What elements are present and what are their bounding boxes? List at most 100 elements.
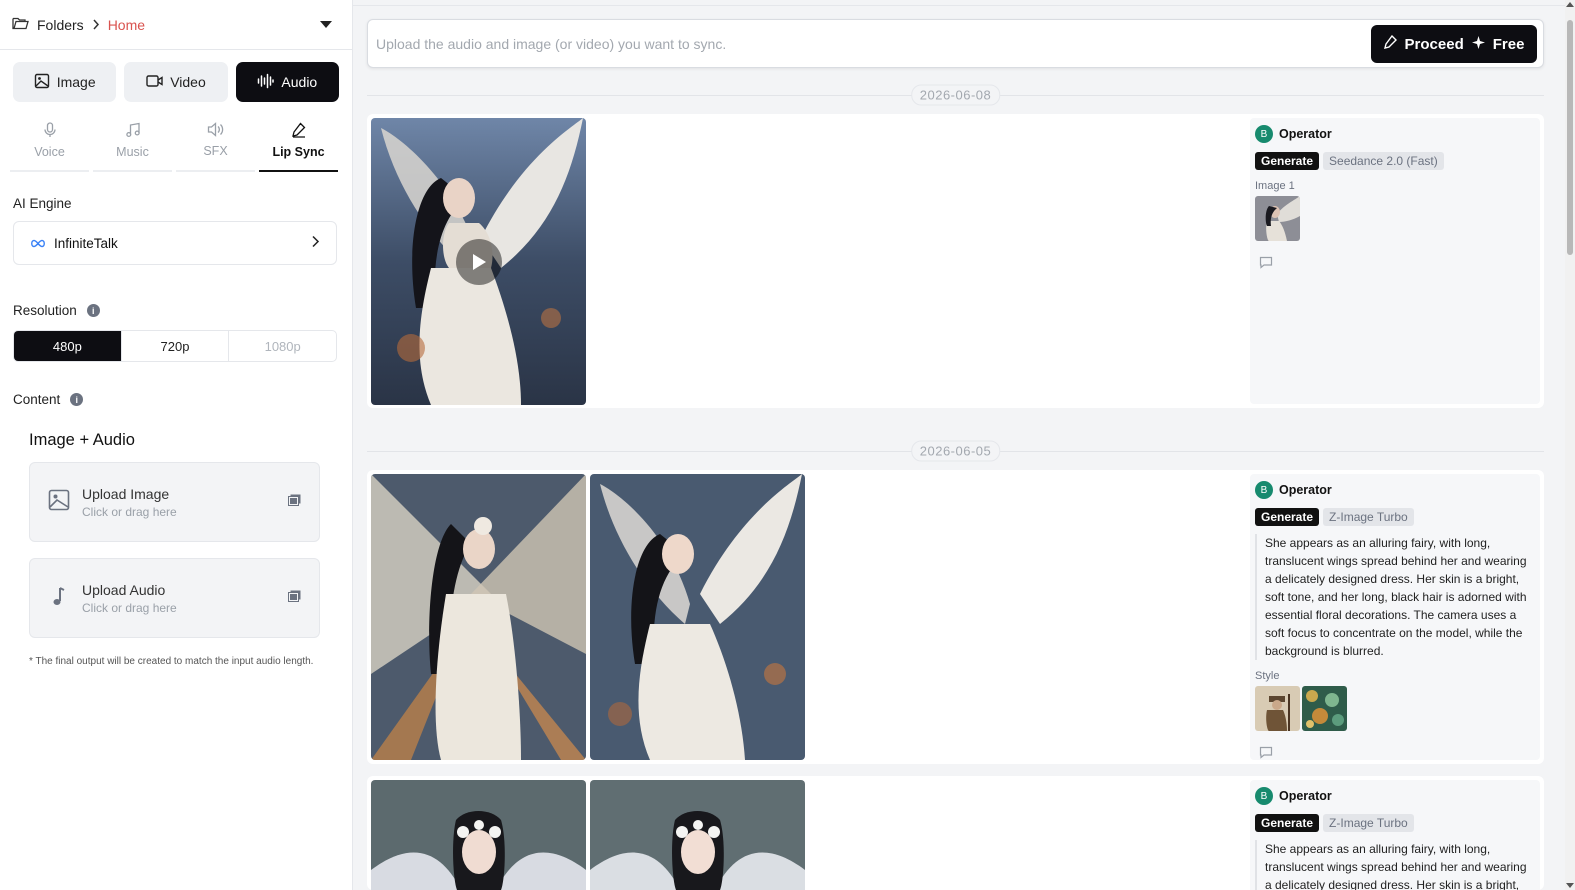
- scrollbar-thumb[interactable]: [1567, 20, 1573, 255]
- audio-wave-icon: [257, 73, 275, 92]
- media-label: Image 1: [1255, 180, 1295, 192]
- upload-audio-title: Upload Audio: [82, 581, 166, 598]
- mode-image-label: Image: [56, 74, 96, 90]
- avatar: B: [1255, 787, 1273, 805]
- operator-name: Operator: [1279, 789, 1332, 803]
- play-button[interactable]: [455, 238, 502, 285]
- generation-card: B Operator Generate Seedance 2.0 (Fast) …: [367, 114, 1544, 408]
- chevron-right-icon: [92, 17, 100, 33]
- generation-details: B Operator Generate Z-Image Turbo She ap…: [1250, 474, 1540, 760]
- generation-details: B Operator Generate Seedance 2.0 (Fast) …: [1250, 118, 1540, 404]
- date-separator: 2026-06-08: [367, 84, 1544, 106]
- infinity-icon: [30, 236, 46, 251]
- microphone-icon: [43, 121, 57, 141]
- tab-lip-sync-label: Lip Sync: [272, 144, 325, 159]
- caret-down-icon[interactable]: [320, 21, 332, 28]
- library-icon[interactable]: [288, 589, 301, 607]
- tab-lip-sync[interactable]: Lip Sync: [259, 110, 338, 172]
- style-label: Style: [1255, 670, 1280, 682]
- resolution-heading: Resolution i: [0, 303, 352, 318]
- generated-image[interactable]: [590, 474, 805, 760]
- mode-image-button[interactable]: Image: [13, 62, 117, 102]
- music-note-icon: [125, 122, 141, 141]
- style-image[interactable]: [1255, 686, 1300, 731]
- proceed-button[interactable]: Proceed Free: [1371, 25, 1537, 63]
- resolution-selector: 480p 720p 1080p: [13, 330, 337, 362]
- upload-image-title: Upload Image: [82, 485, 170, 502]
- upload-audio-hint: Click or drag here: [82, 600, 177, 615]
- operator-name: Operator: [1279, 127, 1332, 141]
- prompt-text: She appears as an alluring fairy, with l…: [1255, 534, 1535, 660]
- date-separator: 2026-06-05: [367, 440, 1544, 462]
- model-badge: Seedance 2.0 (Fast): [1323, 152, 1444, 170]
- divider: [353, 5, 1575, 6]
- output-length-note: * The final output will be created to ma…: [29, 656, 314, 667]
- reference-image[interactable]: [1255, 196, 1300, 241]
- avatar: B: [1255, 125, 1273, 143]
- tab-voice-label: Voice: [34, 144, 65, 159]
- operator-row: B Operator: [1255, 787, 1535, 805]
- generated-image[interactable]: [590, 780, 805, 890]
- pen-icon: [1383, 34, 1397, 53]
- info-icon[interactable]: i: [86, 304, 100, 317]
- content-title: Image + Audio: [29, 431, 135, 449]
- upload-audio-dropzone[interactable]: Upload Audio Click or drag here: [29, 558, 320, 638]
- comment-icon[interactable]: [1259, 746, 1535, 762]
- generated-image[interactable]: [371, 474, 586, 760]
- mode-switcher: Image Video Audio: [0, 50, 352, 102]
- model-badge: Z-Image Turbo: [1323, 814, 1414, 832]
- free-badge: Free: [1492, 35, 1525, 53]
- ai-engine-selector[interactable]: InfiniteTalk: [13, 221, 337, 265]
- mode-audio-label: Audio: [281, 74, 318, 90]
- sidebar: Folders Home Image Video Audio Voice Mus…: [0, 0, 353, 890]
- generated-image[interactable]: [371, 780, 586, 890]
- generation-tags: Generate Seedance 2.0 (Fast): [1255, 152, 1535, 170]
- resolution-720p[interactable]: 720p: [122, 331, 230, 361]
- action-badge: Generate: [1255, 152, 1320, 170]
- tab-music-label: Music: [116, 144, 149, 159]
- info-icon[interactable]: i: [70, 393, 84, 406]
- scroll-down-icon[interactable]: [1566, 883, 1574, 888]
- prompt-text: She appears as an alluring fairy, with l…: [1255, 840, 1535, 890]
- music-note-icon: [48, 585, 70, 612]
- mode-audio-button[interactable]: Audio: [235, 62, 339, 102]
- prompt-bar[interactable]: Upload the audio and image (or video) yo…: [367, 19, 1544, 68]
- video-thumbnail[interactable]: [371, 118, 586, 405]
- breadcrumb-folders[interactable]: Folders: [37, 17, 84, 33]
- main-feed: Upload the audio and image (or video) yo…: [353, 0, 1575, 890]
- generation-tags: Generate Z-Image Turbo: [1255, 508, 1535, 526]
- comment-icon[interactable]: [1259, 256, 1535, 272]
- ai-engine-label: AI Engine: [13, 196, 72, 211]
- operator-name: Operator: [1279, 483, 1332, 497]
- generation-tags: Generate Z-Image Turbo: [1255, 814, 1535, 832]
- content-heading: Content i: [0, 392, 352, 407]
- ai-engine-value: InfiniteTalk: [54, 235, 118, 251]
- mode-video-button[interactable]: Video: [124, 62, 228, 102]
- chevron-right-icon: [311, 235, 320, 251]
- style-image[interactable]: [1302, 686, 1347, 731]
- tab-music[interactable]: Music: [93, 110, 172, 172]
- library-icon[interactable]: [288, 493, 301, 511]
- folder-icon: [12, 16, 29, 33]
- generation-details: B Operator Generate Z-Image Turbo She ap…: [1250, 780, 1540, 890]
- video-icon: [146, 74, 163, 91]
- generation-card: B Operator Generate Z-Image Turbo She ap…: [367, 776, 1544, 890]
- resolution-480p[interactable]: 480p: [14, 331, 122, 361]
- tab-voice[interactable]: Voice: [10, 110, 89, 172]
- resolution-1080p[interactable]: 1080p: [229, 331, 336, 361]
- image-icon: [48, 489, 70, 516]
- upload-image-dropzone[interactable]: Upload Image Click or drag here: [29, 462, 320, 542]
- scrollbar[interactable]: [1565, 0, 1575, 890]
- operator-row: B Operator: [1255, 481, 1535, 499]
- breadcrumb-home[interactable]: Home: [108, 17, 145, 33]
- speaker-icon: [207, 122, 224, 140]
- tab-sfx[interactable]: SFX: [176, 110, 255, 172]
- proceed-label: Proceed: [1404, 35, 1464, 53]
- action-badge: Generate: [1255, 814, 1320, 832]
- action-badge: Generate: [1255, 508, 1320, 526]
- prompt-placeholder: Upload the audio and image (or video) yo…: [376, 35, 727, 52]
- model-badge: Z-Image Turbo: [1323, 508, 1414, 526]
- audio-subtabs: Voice Music SFX Lip Sync: [8, 110, 340, 172]
- scroll-up-icon[interactable]: [1566, 2, 1574, 7]
- folder-breadcrumb: Folders Home: [0, 0, 352, 50]
